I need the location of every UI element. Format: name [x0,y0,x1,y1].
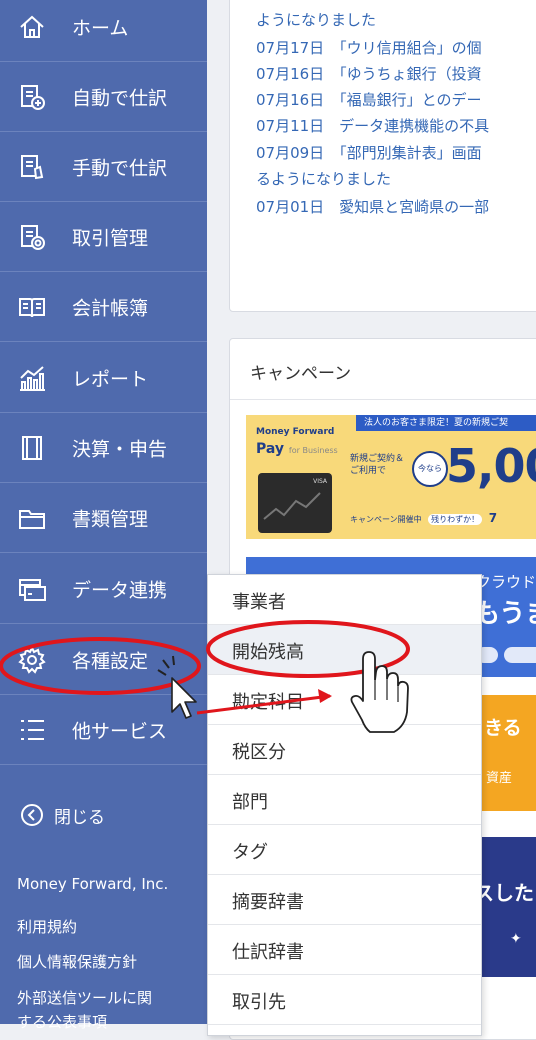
news-line[interactable]: 07月01日 愛知県と宮崎県の一部 [256,196,489,217]
banner3-top: きる [484,717,522,739]
campaign-banner-pay[interactable]: Money Forward Pay for Business VISA 法人のお… [246,415,536,539]
sidebar-item-label: 取引管理 [72,227,149,250]
sidebar-item-label: 手動で仕訳 [72,157,168,180]
banner2-big: もうま [474,599,536,629]
card-graph-icon [263,492,321,520]
news-card: ようになりました 07月17日 「ウリ信用組合」の個 07月16日 「ゆうちょ銀… [229,0,536,312]
badge-now: 今なら [412,451,448,487]
divider [230,399,536,400]
sidebar-item-ledger[interactable]: 会計帳簿 [0,273,207,342]
news-line[interactable]: 07月16日 「ゆうちょ銀行（投資 [256,63,482,84]
settings-submenu: 事業者 開始残高 勘定科目 税区分 部門 タグ 摘要辞書 仕訳辞書 取引先 [207,574,482,1036]
sparkle-icon: ✦ [510,931,522,947]
sidebar-item-transactions[interactable]: 取引管理 [0,203,207,272]
news-line[interactable]: 07月16日 「福島銀行」とのデー [256,89,482,110]
banner-sub: 新規ご契約＆ご利用で [350,454,405,476]
sidebar: ホーム 自動で仕訳 手動で仕訳 取引管理 会計帳簿 レポート 決算・申告 書類管… [0,0,207,1031]
transaction-icon [18,223,46,251]
submenu-item-summary-dictionary[interactable]: 摘要辞書 [208,875,481,925]
banner2-pill [504,647,536,663]
home-icon [18,13,46,41]
badge-text: 今なら [418,464,442,473]
privacy-link[interactable]: 個人情報保護方針 [17,951,137,972]
banner-headline-text: 法人のお客さま限定！夏の新規ご契 [364,418,509,428]
submenu-item-label: 税区分 [232,742,286,763]
product-label: Pay [256,441,285,457]
ledger-book-icon [18,293,46,321]
submenu-item-label: 仕訳辞書 [232,942,304,963]
terms-link[interactable]: 利用規約 [17,916,77,937]
submenu-item-tax[interactable]: 税区分 [208,725,481,775]
sidebar-item-label: 決算・申告 [72,438,168,461]
product-name: Pay for Business [256,441,338,457]
sidebar-item-settings[interactable]: 各種設定 [0,626,207,695]
submenu-item-tag[interactable]: タグ [208,825,481,875]
banner2-top: クラウド [476,573,536,591]
gear-icon [18,646,46,674]
submenu-item-label: 開始残高 [232,642,304,663]
external-tools-link-cont[interactable]: する公表事項 [17,1011,107,1032]
sidebar-item-settlement[interactable]: 決算・申告 [0,414,207,483]
sidebar-item-label: 他サービス [72,720,168,743]
sidebar-item-label: レポート [72,368,149,391]
period-tag: 残りわずか！ [428,514,483,525]
external-tools-link[interactable]: 外部送信ツールに関 [17,987,152,1008]
sidebar-close-label: 閉じる [54,808,105,828]
banner-amount: 5,00 [446,439,536,493]
auto-journal-icon [18,83,46,111]
submenu-item-label: 部門 [232,792,268,813]
period-num: 7 [488,511,498,525]
submenu-item-journal-dictionary[interactable]: 仕訳辞書 [208,925,481,975]
news-line[interactable]: ようになりました [256,9,376,30]
news-line[interactable]: 07月11日 データ連携機能の不具 [256,115,489,136]
brand-logo: Money Forward [256,427,335,437]
submenu-item-label: 摘要辞書 [232,892,304,913]
news-line[interactable]: るようになりました [256,168,391,189]
submenu-item-business[interactable]: 事業者 [208,575,481,625]
folder-icon [18,504,46,532]
sidebar-item-manual-journal[interactable]: 手動で仕訳 [0,133,207,202]
banner-headline: 法人のお客さま限定！夏の新規ご契 [356,415,536,431]
card-image: VISA [258,473,332,533]
banner4-text: スした [474,881,534,905]
sidebar-item-data-link[interactable]: データ連携 [0,555,207,624]
list-icon [18,716,46,744]
data-link-icon [18,575,46,603]
chevron-left-circle-icon [20,803,44,827]
sidebar-item-label: 各種設定 [72,650,149,673]
manual-journal-icon [18,153,46,181]
sidebar-item-label: データ連携 [72,579,168,602]
submenu-item-opening-balance[interactable]: 開始残高 [208,625,481,675]
sidebar-item-home[interactable]: ホーム [0,0,207,62]
sidebar-item-auto-journal[interactable]: 自動で仕訳 [0,63,207,132]
company-name: Money Forward, Inc. [17,875,169,893]
news-line[interactable]: 07月09日 「部門別集計表」画面 [256,142,482,163]
report-chart-icon [18,364,46,392]
submenu-item-label: 事業者 [232,592,286,613]
sidebar-item-label: ホーム [72,17,129,40]
settlement-icon [18,434,46,462]
banner-period: キャンペーン開催中 残りわずか！ 7 [350,511,497,525]
sidebar-item-other-services[interactable]: 他サービス [0,696,207,765]
submenu-item-label: 勘定科目 [232,692,304,713]
sidebar-item-documents[interactable]: 書類管理 [0,484,207,553]
news-line[interactable]: 07月17日 「ウリ信用組合」の個 [256,37,482,58]
sidebar-item-report[interactable]: レポート [0,344,207,413]
sidebar-item-label: 会計帳簿 [72,297,149,320]
banner3-bottom: 資産 [486,771,513,786]
submenu-item-accounts[interactable]: 勘定科目 [208,675,481,725]
sidebar-close-button[interactable]: 閉じる [0,790,207,840]
period-text: キャンペーン開催中 [350,515,422,524]
sidebar-item-label: 書類管理 [72,508,149,531]
submenu-item-partners[interactable]: 取引先 [208,975,481,1025]
submenu-item-label: タグ [232,842,268,863]
submenu-item-department[interactable]: 部門 [208,775,481,825]
campaign-title: キャンペーン [250,364,352,384]
sidebar-item-label: 自動で仕訳 [72,87,168,110]
submenu-item-label: 取引先 [232,992,286,1013]
product-sub: for Business [288,446,338,455]
